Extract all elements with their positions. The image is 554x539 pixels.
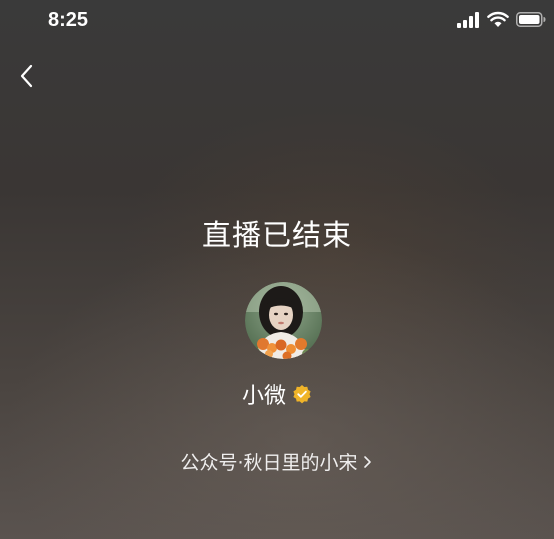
live-ended-screen: 8:25 直播已结束 小微 公众号·秋日里的小宋: [0, 0, 554, 539]
wifi-icon: [487, 11, 509, 27]
battery-icon: [516, 12, 546, 27]
status-bar: 8:25: [0, 0, 554, 44]
account-name-row: 小微: [0, 378, 554, 410]
official-account-link[interactable]: 公众号·秋日里的小宋: [0, 448, 554, 475]
official-account-label: 公众号·秋日里的小宋: [180, 452, 358, 474]
verified-badge-icon: [293, 385, 311, 404]
avatar-photo: [245, 282, 322, 359]
account-name: 小微: [241, 384, 286, 409]
signal-icon: [457, 12, 479, 28]
chevron-left-icon: [20, 64, 33, 88]
status-time: 8:25: [48, 9, 89, 31]
chevron-right-icon: [363, 455, 371, 468]
back-button[interactable]: [10, 58, 46, 94]
live-ended-title: 直播已结束: [201, 218, 352, 252]
avatar[interactable]: [245, 282, 322, 359]
